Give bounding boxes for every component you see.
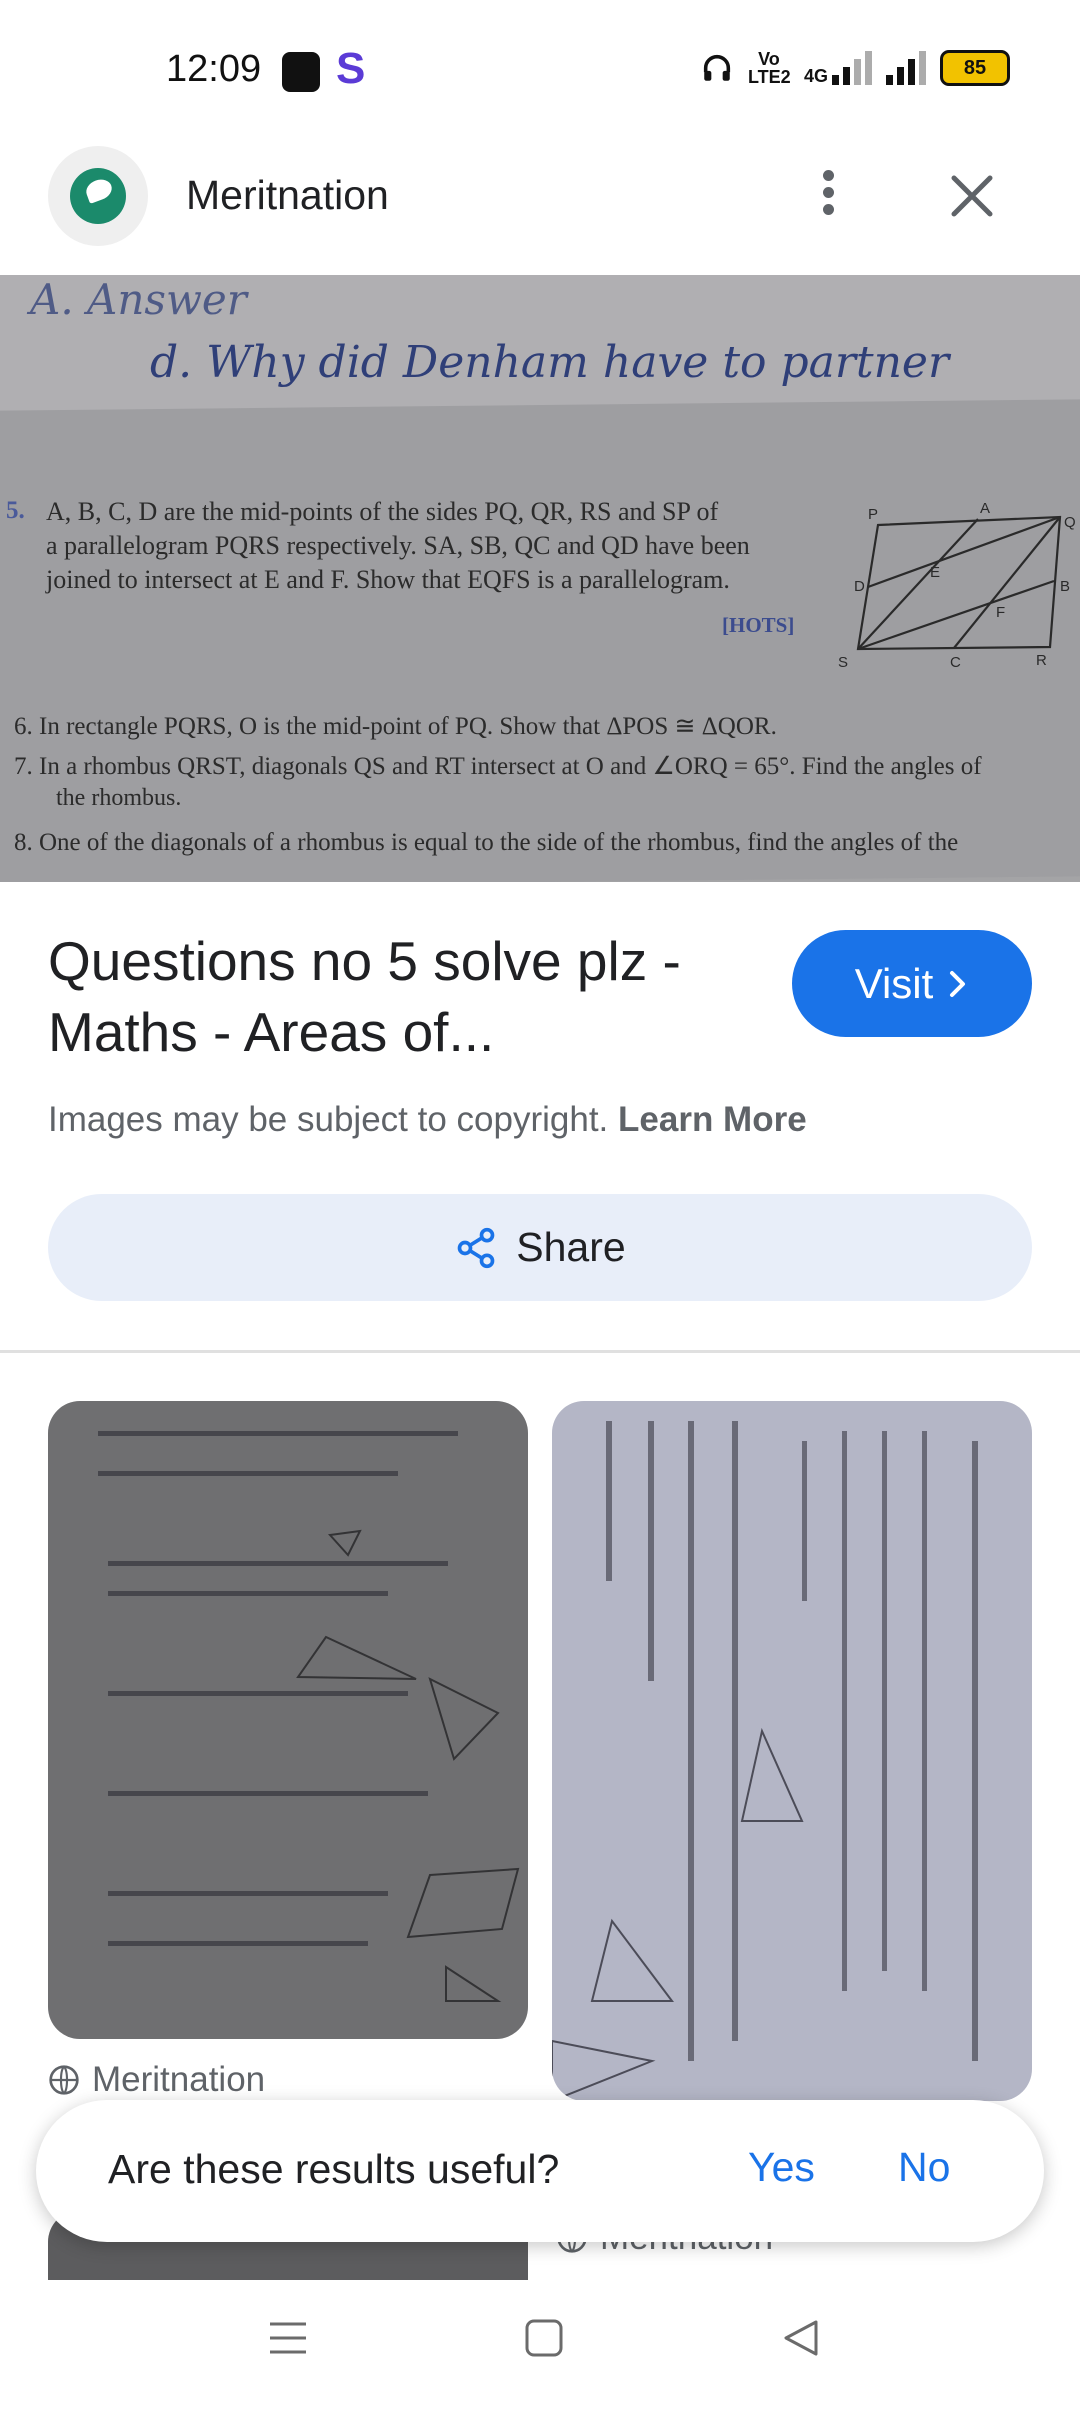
question-6: 6. In rectangle PQRS, O is the mid-point… <box>14 713 777 740</box>
volte-indicator: Vo LTE2 <box>747 49 791 87</box>
menu-icon[interactable] <box>266 2316 310 2360</box>
battery-level: 85 <box>963 56 987 79</box>
question-7-line-1: 7. In a rhombus QRST, diagonals QS and R… <box>14 753 982 780</box>
handwriting-line-1: A. Answer <box>30 275 247 324</box>
copyright-notice: Images may be subject to copyright. Lear… <box>48 1100 807 1140</box>
figure-label-a: A <box>980 500 990 517</box>
feedback-question: Are these results useful? <box>108 2146 560 2192</box>
parallelogram-figure: P A Q E D B F S C R <box>838 500 1076 669</box>
main-image[interactable]: A. Answer d. Why did Denham have to part… <box>0 275 1080 882</box>
divider <box>0 1350 1080 1353</box>
related-source-1[interactable]: Meritnation <box>48 2060 265 2100</box>
globe-icon <box>49 2065 79 2095</box>
figure-label-c: C <box>950 654 961 669</box>
triangle-sketches <box>552 1727 804 2101</box>
feedback-no-button[interactable]: No <box>898 2144 950 2191</box>
navigation-bar <box>0 2280 1080 2412</box>
share-icon <box>457 1227 495 1268</box>
result-title[interactable]: Questions no 5 solve plz - Maths - Areas… <box>48 926 748 1068</box>
site-logo <box>48 146 148 246</box>
question-5-number: 5. <box>6 497 25 524</box>
figure-label-b: B <box>1060 578 1070 595</box>
question-8: 8. One of the diagonals of a rhombus is … <box>14 829 959 856</box>
figure-label-e: E <box>930 564 940 581</box>
share-label: Share <box>516 1224 626 1270</box>
visit-label: Visit <box>854 959 934 1007</box>
home-icon[interactable] <box>522 2316 566 2360</box>
related-image-2[interactable] <box>552 1401 1032 2101</box>
geometry-sketches <box>296 1529 520 2002</box>
battery-icon: 85 <box>940 50 1010 86</box>
headphones-icon <box>703 54 731 81</box>
signal-icon-2 <box>886 51 926 85</box>
question-5-line-3: joined to intersect at E and F. Show tha… <box>46 565 730 594</box>
chevron-right-icon <box>950 970 966 997</box>
close-button[interactable] <box>940 164 1004 228</box>
meritnation-logo-icon <box>70 168 126 224</box>
figure-label-q: Q <box>1064 514 1076 531</box>
feedback-yes-button[interactable]: Yes <box>748 2144 815 2191</box>
calendar-icon <box>282 52 320 92</box>
question-5-line-1: A, B, C, D are the mid-points of the sid… <box>46 497 719 526</box>
site-title: Meritnation <box>186 172 389 218</box>
status-time: 12:09 <box>166 48 262 90</box>
more-vert-icon <box>822 170 834 181</box>
feedback-card: Are these results useful? Yes No <box>36 2100 1044 2242</box>
figure-label-r: R <box>1036 652 1047 669</box>
status-icons: Vo LTE2 4G 85 <box>700 50 1010 86</box>
close-icon <box>951 175 993 217</box>
back-icon[interactable] <box>780 2316 824 2360</box>
copyright-text: Images may be subject to copyright. <box>48 1100 609 1139</box>
handwriting-line-2: d. Why did Denham have to partner <box>150 337 950 388</box>
figure-label-p: P <box>868 506 878 523</box>
related-source-1-label: Meritnation <box>92 2060 266 2099</box>
visit-button[interactable]: Visit <box>792 930 1032 1037</box>
header <box>0 140 1080 275</box>
related-image-1[interactable] <box>48 1401 528 2039</box>
more-options-button[interactable] <box>800 164 856 228</box>
figure-label-s: S <box>838 654 848 669</box>
share-button[interactable]: Share <box>48 1194 1032 1301</box>
learn-more-link[interactable]: Learn More <box>618 1100 807 1139</box>
s-app-icon: S <box>336 44 366 93</box>
figure-label-f: F <box>996 604 1005 621</box>
hots-label: [HOTS] <box>722 613 795 637</box>
network-type: 4G <box>803 66 828 86</box>
signal-icon: 4G <box>804 51 872 85</box>
question-7-line-2: the rhombus. <box>56 785 182 811</box>
figure-label-d: D <box>854 578 865 595</box>
question-5-line-2: a parallelogram PQRS respectively. SA, S… <box>46 531 750 560</box>
